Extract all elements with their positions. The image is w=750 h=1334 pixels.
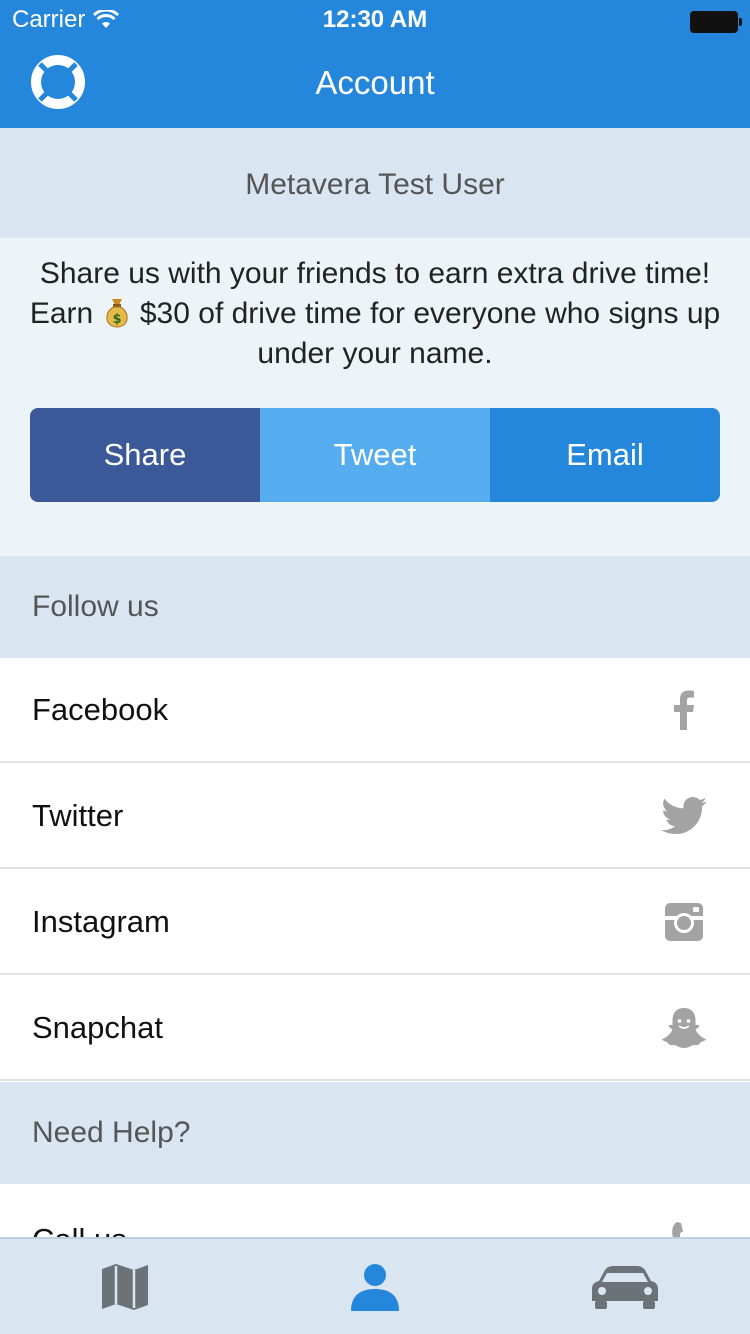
- help-header: Need Help?: [0, 1082, 750, 1184]
- facebook-icon: [660, 686, 708, 734]
- tweet-button[interactable]: Tweet: [260, 408, 490, 502]
- twitter-icon: [660, 792, 708, 840]
- person-icon: [351, 1263, 399, 1311]
- list-item-facebook[interactable]: Facebook: [0, 658, 750, 763]
- referral-earn-label: Earn: [29, 297, 94, 330]
- referral-text: Share us with your friends to earn extra…: [20, 254, 730, 374]
- list-item-label: Snapchat: [32, 1009, 163, 1045]
- follow-header: Follow us: [0, 556, 750, 658]
- list-item-label: Instagram: [32, 903, 170, 939]
- email-button[interactable]: Email: [490, 408, 720, 502]
- referral-panel: Share us with your friends to earn extra…: [0, 238, 750, 556]
- nav-bar: Carrier 12:30 AM Account: [0, 0, 750, 128]
- referral-earn-text: $30 of drive time for everyone who signs…: [139, 297, 721, 370]
- tab-account[interactable]: [250, 1239, 500, 1334]
- page-title: Account: [315, 64, 435, 101]
- user-name: Metavera Test User: [0, 128, 750, 238]
- share-button[interactable]: Share: [30, 408, 260, 502]
- list-item-snapchat[interactable]: Snapchat: [0, 976, 750, 1081]
- money-bag-icon: $: [105, 299, 128, 328]
- tab-map[interactable]: [0, 1239, 250, 1334]
- battery-icon: [690, 11, 742, 33]
- list-item-label: Twitter: [32, 797, 124, 833]
- car-icon: [592, 1265, 658, 1309]
- status-bar: Carrier 12:30 AM: [0, 0, 750, 40]
- map-icon: [102, 1263, 148, 1310]
- instagram-icon: [660, 898, 708, 946]
- list-item-label: Facebook: [32, 691, 169, 727]
- svg-text:$: $: [112, 312, 121, 327]
- list-item-twitter[interactable]: Twitter: [0, 764, 750, 869]
- referral-line1: Share us with your friends to earn extra…: [39, 257, 711, 290]
- tab-car[interactable]: [500, 1239, 750, 1334]
- list-item-instagram[interactable]: Instagram: [0, 870, 750, 975]
- status-time: 12:30 AM: [322, 6, 428, 33]
- snapchat-icon: [660, 1004, 708, 1052]
- tab-bar: [0, 1237, 750, 1334]
- share-buttons: Share Tweet Email: [30, 408, 720, 502]
